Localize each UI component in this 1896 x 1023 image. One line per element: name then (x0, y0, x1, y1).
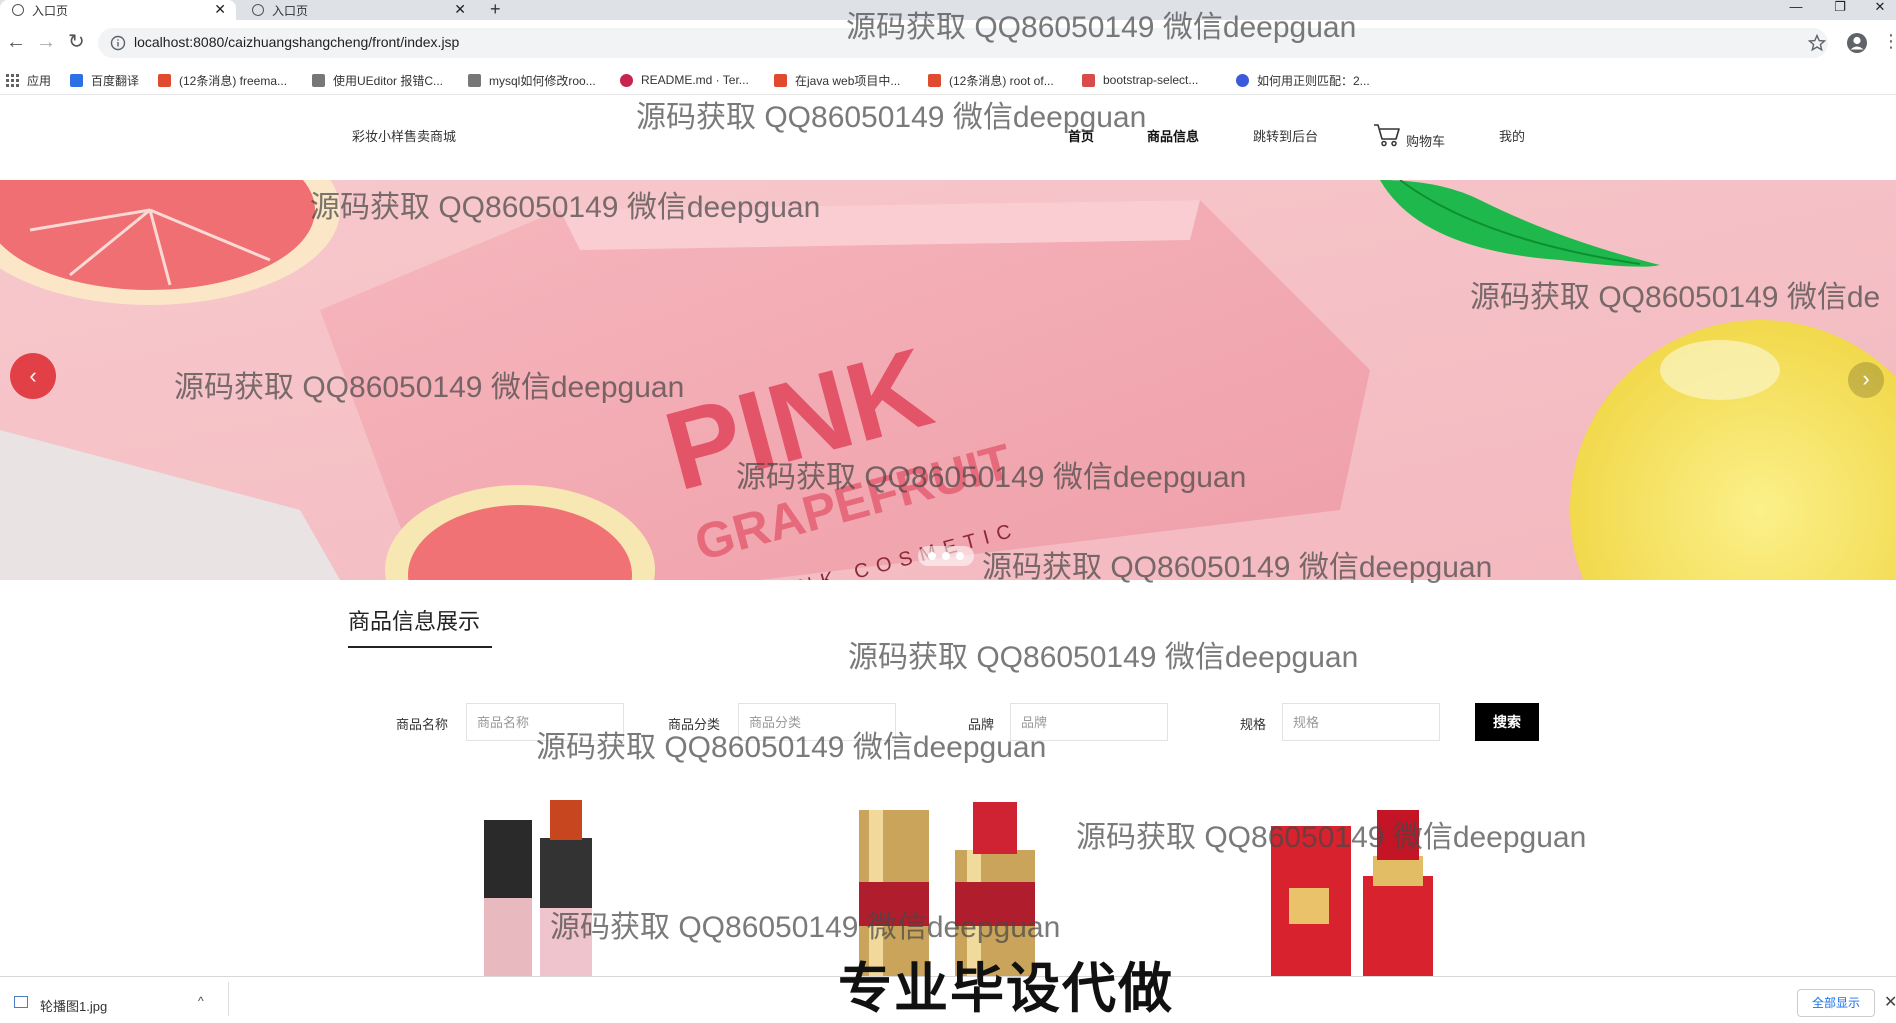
section-underline (348, 646, 492, 648)
product-name-label: 商品名称 (396, 717, 449, 732)
site-title[interactable]: 彩妆小样售卖商城 (352, 126, 456, 145)
csdn-icon (158, 73, 171, 87)
browser-tab[interactable]: 入口页 ✕ (240, 0, 476, 20)
search-button[interactable]: 搜索 (1475, 703, 1539, 741)
carousel-dot[interactable] (956, 552, 964, 560)
bookmark-icon (468, 73, 481, 87)
bookmark-label: 应用 (27, 73, 52, 88)
bookmark-label: README.md · Ter... (641, 73, 749, 87)
bookmark-label: bootstrap-select... (1103, 73, 1199, 87)
site-header (0, 95, 1896, 179)
bookmark-label: mysql如何修改roo... (489, 73, 596, 88)
bookmark-apps[interactable]: 应用 (6, 70, 51, 90)
tab-title: 入口页 (32, 3, 69, 18)
close-tab-icon[interactable]: ✕ (454, 1, 466, 18)
carousel-dot[interactable] (942, 552, 950, 560)
section-title: 商品信息展示 (348, 609, 481, 634)
category-label: 商品分类 (668, 717, 721, 732)
bookmark-item[interactable]: README.md · Ter... (620, 70, 749, 90)
gitee-icon (620, 73, 633, 87)
window-close-button[interactable]: ✕ (1862, 0, 1896, 18)
chevron-up-icon[interactable]: ^ (198, 994, 204, 1008)
nav-mine[interactable]: 我的 (1499, 126, 1525, 145)
cart-icon[interactable] (1372, 122, 1402, 148)
baidu-icon (1236, 73, 1249, 87)
download-file-name[interactable]: 轮播图1.jpg (40, 996, 107, 1015)
menu-icon[interactable]: ⋮ (1882, 32, 1896, 50)
banner-image: PINK GRAPEFRUIT PINK COSMETIC (0, 180, 1896, 580)
carousel-dot[interactable] (928, 552, 936, 560)
bookmark-item[interactable]: (12条消息) freema... (158, 70, 287, 90)
close-tab-icon[interactable]: ✕ (214, 1, 226, 18)
product-image-lipstick-pink[interactable] (470, 798, 610, 976)
translate-icon (70, 73, 83, 87)
info-icon[interactable] (110, 35, 126, 51)
product-image-lipstick-red[interactable] (1265, 806, 1445, 976)
nav-cart[interactable]: 购物车 (1406, 131, 1445, 150)
forward-button[interactable]: → (36, 30, 56, 54)
reload-button[interactable]: ↻ (68, 30, 85, 54)
promo-watermark: 专业毕设代做 (838, 959, 1174, 1019)
globe-icon (12, 4, 24, 16)
carousel-indicators (918, 546, 974, 566)
product-name-input[interactable] (466, 703, 624, 741)
bookmark-label: (12条消息) root of... (949, 73, 1054, 88)
carousel-next-button[interactable]: › (1848, 362, 1884, 398)
bookmark-item[interactable]: 在java web项目中... (774, 70, 900, 90)
new-tab-button[interactable]: + (490, 0, 501, 20)
nav-home[interactable]: 首页 (1068, 126, 1094, 145)
carousel-prev-button[interactable]: ‹ (10, 353, 56, 399)
bookmark-item[interactable]: mysql如何修改roo... (468, 70, 596, 90)
bookmark-item[interactable]: 如何用正则匹配：2... (1236, 70, 1370, 90)
bookmark-label: 百度翻译 (91, 73, 140, 88)
tab-title: 入口页 (272, 3, 309, 18)
category-input[interactable] (738, 703, 896, 741)
bookmark-icon (312, 73, 325, 87)
bookmark-label: (12条消息) freema... (179, 73, 288, 88)
bookmark-item[interactable]: 使用UEditor 报错C... (312, 70, 443, 90)
bookmark-label: 使用UEditor 报错C... (333, 73, 444, 88)
brand-input[interactable] (1010, 703, 1168, 741)
spec-label: 规格 (1240, 717, 1267, 732)
star-icon[interactable] (1808, 34, 1826, 52)
banner-carousel[interactable]: PINK GRAPEFRUIT PINK COSMETIC (0, 180, 1896, 580)
globe-icon (252, 4, 264, 16)
bookmark-label: 如何用正则匹配：2... (1257, 73, 1370, 88)
bookmark-item[interactable]: (12条消息) root of... (928, 70, 1054, 90)
image-file-icon (14, 996, 28, 1008)
url-text[interactable]: localhost:8080/caizhuangshangcheng/front… (134, 34, 459, 50)
brand-label: 品牌 (968, 717, 995, 732)
spec-input[interactable] (1282, 703, 1440, 741)
bookmark-label: 在java web项目中... (795, 73, 901, 88)
restore-button[interactable]: ❐ (1822, 0, 1858, 18)
profile-icon[interactable] (1846, 32, 1868, 54)
bookmark-item[interactable]: bootstrap-select... (1082, 70, 1198, 90)
csdn-icon (928, 73, 941, 87)
close-downloads-button[interactable]: ✕ (1884, 992, 1896, 1012)
csdn-icon (774, 73, 787, 87)
divider (228, 982, 229, 1016)
watermark-text: 源码获取 QQ86050149 微信deepguan (848, 641, 1359, 674)
show-all-downloads-button[interactable]: 全部显示 (1797, 989, 1875, 1017)
bookmark-item[interactable]: 百度翻译 (70, 70, 139, 90)
jianshu-icon (1082, 73, 1095, 87)
nav-products[interactable]: 商品信息 (1147, 126, 1199, 145)
minimize-button[interactable]: — (1778, 0, 1814, 18)
back-button[interactable]: ← (6, 30, 26, 54)
browser-tab-active[interactable]: 入口页 ✕ (0, 0, 236, 20)
nav-admin[interactable]: 跳转到后台 (1253, 126, 1318, 145)
apps-grid-icon (6, 73, 19, 87)
